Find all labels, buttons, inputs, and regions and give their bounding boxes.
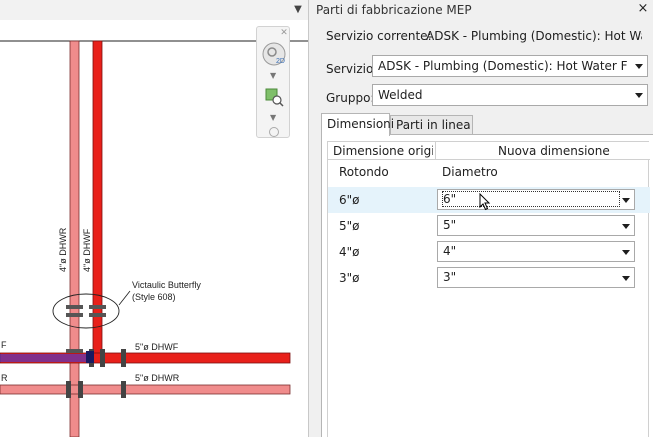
pipe-vertical-return[interactable]: [69, 40, 80, 437]
chevron-down-icon: [622, 250, 630, 255]
pipe-horizontal-return[interactable]: [0, 384, 291, 395]
tab-content-dimensioni: Dimensione origi... Nuova dimensione Rot…: [321, 134, 653, 437]
table-row[interactable]: 3"ø 3": [328, 265, 650, 291]
new-size-value: 3": [443, 270, 457, 284]
svg-text:2D: 2D: [276, 58, 285, 65]
sub-header-shape: Rotondo: [339, 165, 389, 179]
column-header-new-size[interactable]: Nuova dimensione: [498, 144, 610, 158]
table-row[interactable]: 5"ø 5": [328, 213, 650, 239]
close-icon[interactable]: ×: [636, 2, 650, 16]
new-size-select[interactable]: 3": [437, 267, 635, 288]
service-select[interactable]: ADSK - Plumbing (Domestic): Hot Water Fl…: [372, 55, 648, 77]
new-size-select[interactable]: 6": [437, 189, 635, 210]
new-size-value: 4": [443, 244, 457, 258]
wheel-dropdown-icon[interactable]: ▼: [270, 71, 276, 80]
original-size: 3"ø: [339, 271, 360, 285]
zoom-region-icon[interactable]: [264, 87, 284, 107]
nav-bar-close-icon[interactable]: ✕: [279, 28, 289, 38]
chevron-down-icon: [622, 224, 630, 229]
pipe-highlight: [0, 354, 88, 362]
steering-wheel-icon[interactable]: 2D: [261, 41, 287, 67]
group-select[interactable]: Welded: [372, 84, 648, 106]
table-row[interactable]: 4"ø 4": [328, 239, 650, 265]
chevron-down-icon: [622, 198, 630, 203]
navigation-bar: ✕ 2D ▼ ▼: [256, 26, 290, 138]
original-size: 5"ø: [339, 219, 360, 233]
group-label: Gruppo:: [326, 91, 375, 105]
drawing-canvas[interactable]: ▼ 4"ø DHWR 4"ø DHWF Victaulic Butterfly …: [0, 0, 308, 437]
current-service-value: ADSK - Plumbing (Domestic): Hot Wat...: [426, 29, 642, 43]
valve-note-line2: (Style 608): [132, 292, 176, 302]
label-pipe-dhwr-5: 5"ø DHWR: [135, 373, 180, 383]
chevron-down-icon: [622, 276, 630, 281]
service-select-value: ADSK - Plumbing (Domestic): Hot Water Fl…: [378, 59, 628, 73]
current-service-label: Servizio corrente:: [326, 29, 432, 43]
zoom-dropdown-icon[interactable]: ▼: [270, 113, 276, 122]
panel-title: Parti di fabbricazione MEP: [316, 3, 472, 17]
label-pipe-dhwr-4: 4"ø DHWR: [58, 227, 68, 272]
label-pipe-dhwf-5: 5"ø DHWF: [135, 342, 179, 352]
label-edge-f: F: [1, 340, 7, 350]
original-size: 4"ø: [339, 245, 360, 259]
column-header-original-size[interactable]: Dimensione origi...: [333, 144, 433, 158]
new-size-value: 6": [442, 191, 620, 207]
new-size-select[interactable]: 4": [437, 241, 635, 262]
pipe-vertical-supply[interactable]: [92, 40, 103, 358]
new-size-select[interactable]: 5": [437, 215, 635, 236]
tab-parti-in-linea[interactable]: Parti in linea: [390, 115, 473, 135]
view-toolbar-strip: [0, 0, 308, 20]
tab-dimensioni[interactable]: Dimensioni: [321, 113, 394, 136]
mouse-cursor-icon: [479, 193, 491, 211]
valve-coupling-group[interactable]: [52, 290, 131, 329]
new-size-value: 5": [443, 218, 457, 232]
chevron-down-icon: [635, 93, 643, 98]
chevron-down-icon: [635, 64, 643, 69]
size-mapping-grid: Dimensione origi... Nuova dimensione Rot…: [327, 141, 650, 437]
grid-column-headers: Dimensione origi... Nuova dimensione: [328, 142, 650, 160]
column-divider[interactable]: [435, 142, 436, 160]
valve-callout-ellipse: [52, 293, 120, 329]
group-select-value: Welded: [378, 88, 423, 102]
grid-sub-headers: Rotondo Diametro: [328, 162, 650, 184]
mep-fabrication-parts-panel: Parti di fabbricazione MEP × Servizio co…: [308, 0, 653, 437]
nav-bar-options-icon[interactable]: [269, 127, 279, 137]
panel-collapse-icon[interactable]: ▼: [292, 4, 304, 16]
valve-note-line1: Victaulic Butterfly: [132, 280, 201, 290]
label-edge-r: R: [1, 373, 8, 383]
original-size: 6"ø: [339, 193, 360, 207]
label-pipe-dhwf-4: 4"ø DHWF: [82, 228, 92, 272]
panel-title-bar: Parti di fabbricazione MEP ×: [309, 0, 653, 20]
service-label: Servizio:: [326, 62, 378, 76]
sub-header-diameter: Diametro: [442, 165, 498, 179]
